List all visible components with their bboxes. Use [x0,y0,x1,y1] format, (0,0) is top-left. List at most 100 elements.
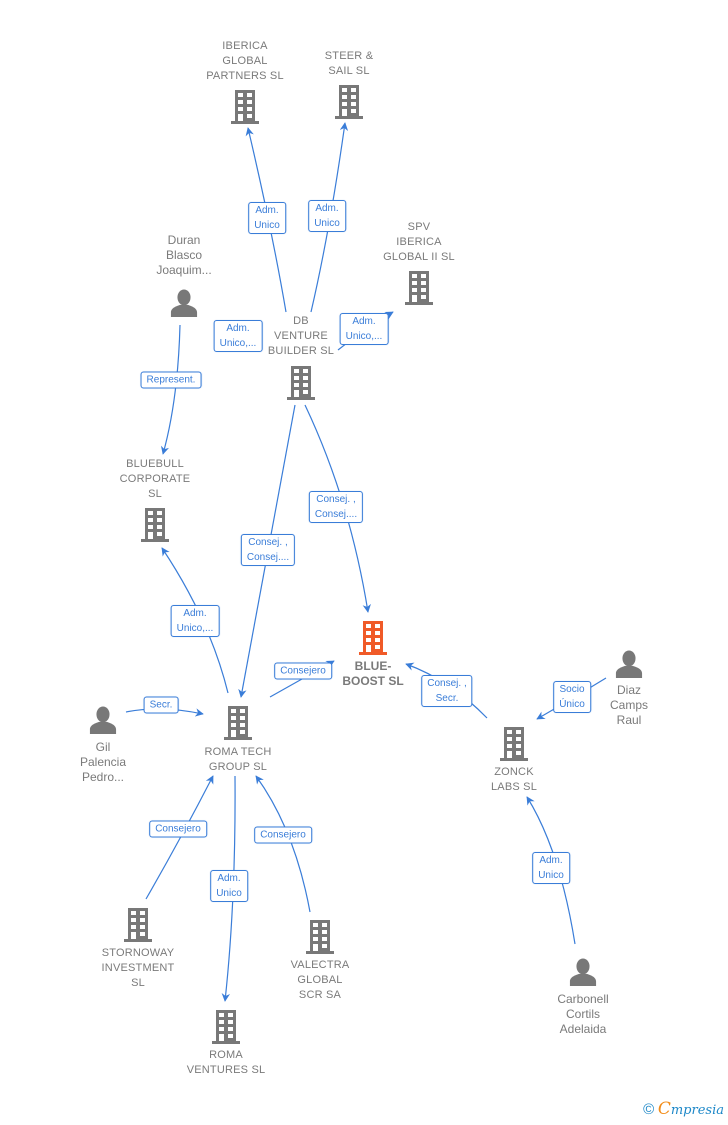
edge-label[interactable]: Represent. [140,371,202,389]
node-label-line: GROUP SL [208,761,268,773]
building-icon[interactable] [124,908,152,942]
edge-label[interactable]: Socio Único [553,681,591,713]
person-icon[interactable] [615,650,643,678]
node-label-blue-boost[interactable]: BLUE- BOOST SL [342,659,403,689]
edge-label-line: Único [559,699,585,710]
edge-label[interactable]: Adm. Unico [308,200,346,232]
edge-label-line: Unico [216,888,242,899]
node-label-line: BUILDER SL [267,345,335,357]
edge-label-line: Adm. [315,203,339,214]
node-label-iberica-global-partners[interactable]: IBERICA GLOBAL PARTNERS SL [206,39,284,84]
node-label-roma-ventures[interactable]: ROMA VENTURES SL [187,1048,266,1078]
edge-label[interactable]: Consejero [254,826,312,844]
edge-label[interactable]: Adm. Unico [248,202,286,234]
node-label-line: Joaquim... [156,263,212,277]
node-label-line: ROMA TECH [204,746,272,758]
edge-label-line: Consejero [260,829,306,841]
node-label-line: Palencia [79,755,127,769]
edge-stornoway_investment-to-roma_tech_group [145,775,214,900]
node-label-duran-blasco[interactable]: Duran Blasco Joaquim... [156,233,211,278]
edge-label-line: Adm. [217,873,241,884]
node-label-line: GLOBAL II SL [383,251,455,263]
node-label-line: VENTURE [274,330,328,342]
edge-label-line: Unico [254,220,280,231]
node-label-carbonell-cortils[interactable]: Carbonell Cortils Adelaida [557,992,608,1037]
node-label-steer-sail[interactable]: STEER & SAIL SL [325,49,373,79]
person-icon[interactable] [170,289,198,317]
building-icon[interactable] [231,90,259,124]
node-label-bluebull-corporate[interactable]: BLUEBULL CORPORATE SL [120,457,191,502]
edge-label[interactable]: Adm. Unico,... [213,320,263,352]
node-label-line: SCR SA [298,989,342,1001]
edge-label[interactable]: Secr. [143,696,179,714]
person-icon[interactable] [569,958,597,986]
edge-duran_blasco-to-bluebull_corporate [160,324,181,455]
building-icon[interactable] [500,727,528,761]
node-label-line: SL [148,488,162,500]
edge-label[interactable]: Adm. Unico [210,870,248,902]
edge-label-line: Secr. [435,693,459,704]
edge-label-line: Consej. , [248,537,288,548]
copyright-symbol: © [643,1101,655,1118]
node-label-gil-palencia[interactable]: Gil Palencia Pedro... [80,740,126,785]
building-icon[interactable] [287,366,315,400]
edge-label[interactable]: Consejero [274,662,332,680]
building-icon[interactable] [306,920,334,954]
node-label-spv-iberica-global-ii[interactable]: SPV IBERICA GLOBAL II SL [383,220,455,265]
node-label-line: Raul [616,713,642,727]
node-label-line: Adelaida [559,1022,607,1036]
edge-label[interactable]: Adm. Unico,... [170,605,220,637]
node-label-line: GLOBAL [222,55,268,67]
node-label-db-venture-builder[interactable]: DB VENTURE BUILDER SL [268,314,334,359]
edge-label[interactable]: Consej. , Consej.... [240,534,296,566]
node-label-line: SPV [407,221,431,233]
edge-label[interactable]: Consej. , Consej.... [308,491,364,523]
edge-label[interactable]: Adm. Unico,... [339,313,389,345]
node-label-zonck-labs[interactable]: ZONCK LABS SL [491,765,537,795]
node-label-line: IBERICA [396,236,442,248]
building-icon[interactable] [405,271,433,305]
node-label-line: SL [131,977,145,989]
node-label-stornoway-investment[interactable]: STORNOWAY INVESTMENT SL [102,946,175,991]
node-label-line: LABS SL [490,781,538,793]
edge-label-line: Consejero [155,823,201,835]
node-label-line: ZONCK [494,766,534,778]
edge-label[interactable]: Adm. Unico [532,852,570,884]
node-label-diaz-camps[interactable]: Diaz Camps Raul [610,683,648,728]
node-label-line: STEER & [324,50,374,62]
node-label-line: Diaz [616,683,642,697]
node-label-line: Carbonell [557,992,609,1006]
node-label-line: VENTURES SL [186,1064,266,1076]
node-label-roma-tech-group[interactable]: ROMA TECH GROUP SL [205,745,272,775]
edge-label-line: Unico,... [345,331,383,342]
node-label-line: STORNOWAY [101,947,175,959]
node-label-line: BLUEBULL [126,458,184,470]
edge-label-line: Unico [538,870,564,881]
building-icon[interactable] [212,1010,240,1044]
edge-valectra_global-to-roma_tech_group [255,775,311,913]
node-label-valectra-global[interactable]: VALECTRA GLOBAL SCR SA [291,958,350,1003]
node-label-line: Blasco [165,248,203,262]
edge-label-line: Unico,... [219,338,257,349]
edge-label-line: Adm. [226,323,250,334]
building-icon[interactable] [335,85,363,119]
brand-name: mpresia [670,1103,724,1118]
node-label-line: Pedro... [81,770,125,784]
building-icon[interactable] [224,706,252,740]
node-label-line: BLUE- [354,659,392,673]
person-icon[interactable] [89,706,117,734]
edge-label[interactable]: Consej. , Secr. [421,675,473,707]
edge-label-line: Unico [314,218,340,229]
edge-label-line: Consej. , [427,678,467,689]
edge-label-line: Consejero [280,665,326,677]
node-label-line: CORPORATE [119,473,191,485]
edge-label-line: Consej.... [314,509,358,520]
empresia-logo: © Cmpresia [643,1099,724,1119]
building-icon[interactable] [141,508,169,542]
edge-label-line: Adm. [183,608,207,619]
node-label-line: Cortils [565,1007,600,1021]
node-label-line: Gil [95,740,111,754]
building-icon[interactable] [359,621,387,655]
edge-label[interactable]: Consejero [149,820,207,838]
edge-label-line: Adm. [352,316,376,327]
